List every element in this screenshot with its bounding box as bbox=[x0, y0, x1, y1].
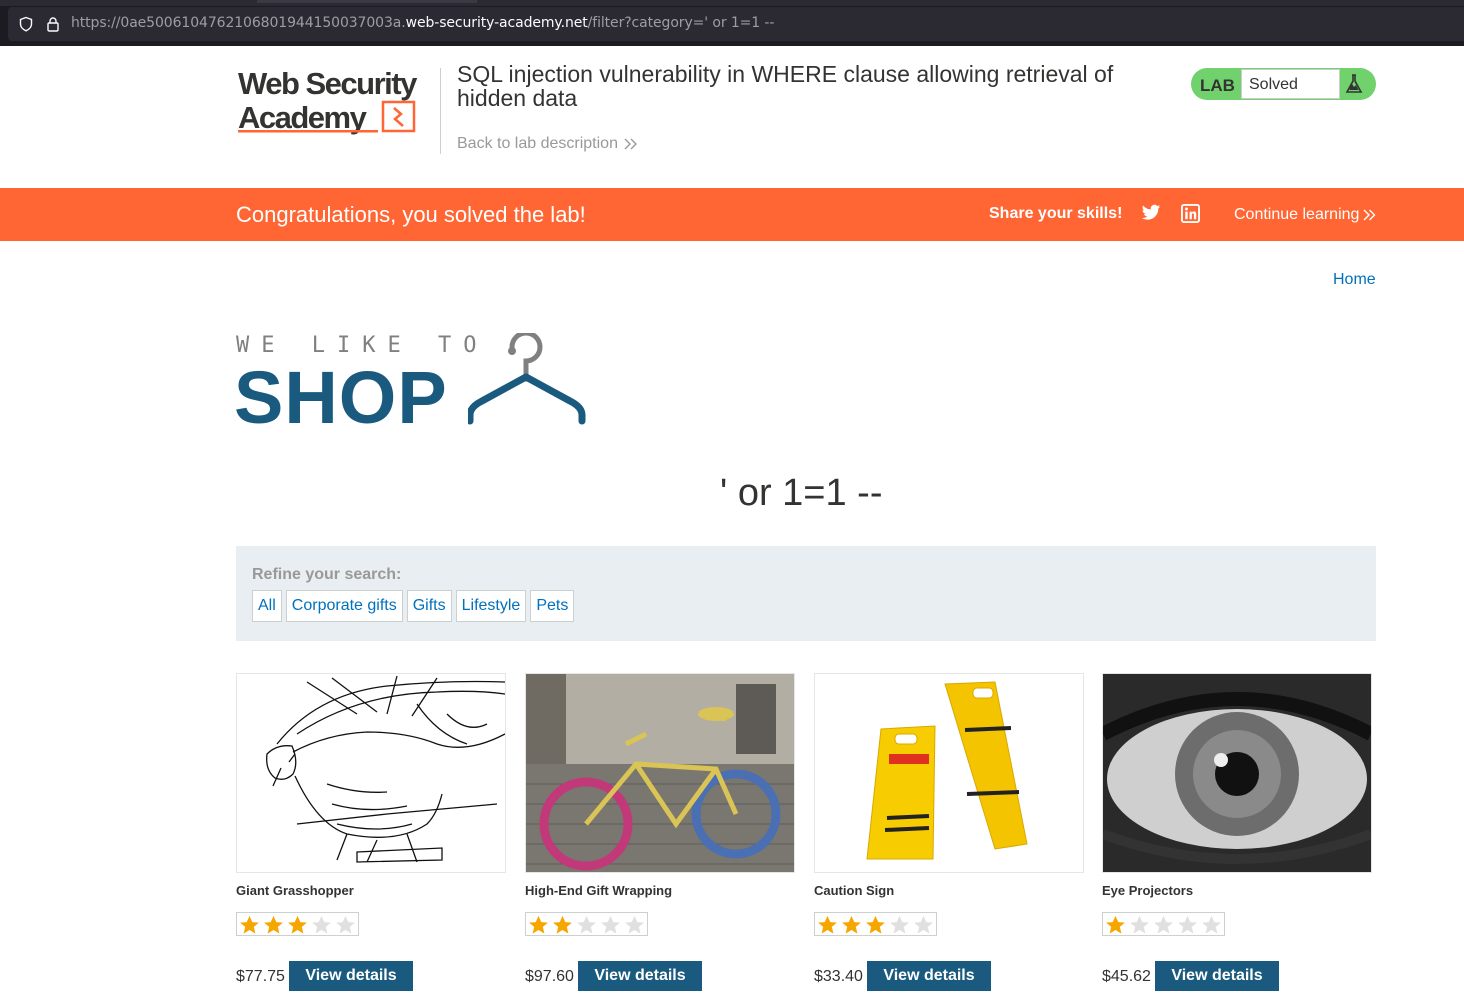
product-name: High-End Gift Wrapping bbox=[525, 883, 673, 898]
home-link[interactable]: Home bbox=[1333, 271, 1376, 289]
flask-icon bbox=[1345, 74, 1363, 93]
shield-icon[interactable] bbox=[18, 16, 34, 32]
academy-header: Web Security Academy SQL injection vulne… bbox=[0, 46, 1464, 188]
star-filled-icon bbox=[288, 915, 307, 934]
filter-corporate-gifts[interactable]: Corporate gifts bbox=[285, 590, 403, 622]
continue-learning-link[interactable]: Continue learning bbox=[1234, 206, 1376, 224]
star-filled-icon bbox=[842, 915, 861, 934]
filter-pets[interactable]: Pets bbox=[530, 590, 575, 622]
category-filters: All Corporate gifts Gifts Lifestyle Pets bbox=[252, 590, 575, 622]
product-price: $45.62 bbox=[1102, 968, 1151, 985]
star-empty-icon bbox=[890, 915, 909, 934]
product-image bbox=[814, 673, 1084, 873]
hanger-icon bbox=[468, 333, 586, 425]
knitted-bicycle-image bbox=[526, 674, 794, 872]
lock-icon[interactable] bbox=[45, 16, 61, 32]
lab-title: SQL injection vulnerability in WHERE cla… bbox=[457, 61, 1114, 111]
active-tab[interactable] bbox=[257, 0, 477, 3]
star-rating bbox=[1102, 912, 1225, 936]
header-divider bbox=[440, 68, 441, 154]
product-price: $77.75 bbox=[236, 968, 285, 985]
star-filled-icon bbox=[818, 915, 837, 934]
star-empty-icon bbox=[1154, 915, 1173, 934]
double-chevron-right-icon bbox=[1363, 209, 1376, 221]
url-domain: web-security-academy.net bbox=[405, 15, 588, 31]
star-empty-icon bbox=[336, 915, 355, 934]
lab-label: LAB bbox=[1200, 76, 1235, 95]
product-name: Caution Sign bbox=[814, 883, 895, 898]
url-host-mid: 37003a. bbox=[348, 15, 406, 31]
star-rating bbox=[236, 912, 359, 936]
product-image bbox=[1102, 673, 1372, 873]
twitter-icon[interactable] bbox=[1141, 204, 1161, 222]
product-price: $97.60 bbox=[525, 968, 574, 985]
grasshopper-sketch-image bbox=[237, 674, 505, 872]
product-image bbox=[525, 673, 795, 873]
product-price: $33.40 bbox=[814, 968, 863, 985]
continue-learning-label: Continue learning bbox=[1234, 206, 1360, 223]
url-text[interactable]: https://0ae5006104762106801944150037003a… bbox=[71, 15, 774, 31]
star-empty-icon bbox=[914, 915, 933, 934]
star-empty-icon bbox=[577, 915, 596, 934]
star-filled-icon bbox=[264, 915, 283, 934]
product-image bbox=[236, 673, 506, 873]
filter-all[interactable]: All bbox=[252, 590, 282, 622]
star-empty-icon bbox=[625, 915, 644, 934]
double-chevron-right-icon bbox=[624, 138, 637, 150]
status-box: Solved bbox=[1241, 69, 1340, 99]
back-to-lab-link[interactable]: Back to lab description bbox=[457, 135, 638, 153]
tab-strip bbox=[0, 0, 1464, 6]
shop-logo-word: SHOP bbox=[234, 356, 448, 439]
view-details-button[interactable]: View details bbox=[578, 961, 702, 991]
star-empty-icon bbox=[1202, 915, 1221, 934]
star-filled-icon bbox=[240, 915, 259, 934]
view-details-button[interactable]: View details bbox=[867, 961, 991, 991]
star-filled-icon bbox=[553, 915, 572, 934]
shop-logo[interactable]: WE LIKE TO SHOP bbox=[234, 333, 588, 439]
browser-toolbar: https://0ae5006104762106801944150037003a… bbox=[0, 0, 1464, 46]
share-skills-label: Share your skills! bbox=[989, 205, 1123, 222]
star-filled-icon bbox=[866, 915, 885, 934]
lab-solved-banner: Congratulations, you solved the lab! Sha… bbox=[0, 188, 1464, 241]
linkedin-icon[interactable] bbox=[1181, 204, 1200, 223]
product-name: Giant Grasshopper bbox=[236, 883, 354, 898]
star-empty-icon bbox=[601, 915, 620, 934]
star-rating bbox=[814, 912, 937, 936]
url-scheme-host-prefix: https://0ae50061047621068019441500 bbox=[71, 15, 349, 31]
star-empty-icon bbox=[312, 915, 331, 934]
product-name: Eye Projectors bbox=[1102, 883, 1194, 898]
filter-panel: Refine your search: All Corporate gifts … bbox=[236, 546, 1376, 641]
star-empty-icon bbox=[1178, 915, 1197, 934]
congratulations-message: Congratulations, you solved the lab! bbox=[236, 202, 586, 227]
filter-gifts[interactable]: Gifts bbox=[406, 590, 452, 622]
status-text: Solved bbox=[1249, 76, 1298, 93]
search-results-heading: ' or 1=1 -- bbox=[720, 472, 883, 514]
back-link-label: Back to lab description bbox=[457, 135, 618, 152]
svg-text:Web Security: Web Security bbox=[238, 66, 418, 101]
view-details-button[interactable]: View details bbox=[289, 961, 413, 991]
filter-lifestyle[interactable]: Lifestyle bbox=[455, 590, 527, 622]
web-security-academy-logo[interactable]: Web Security Academy bbox=[238, 66, 438, 138]
caution-signs-image bbox=[815, 674, 1083, 872]
address-bar[interactable]: https://0ae5006104762106801944150037003a… bbox=[8, 7, 1464, 41]
svg-text:Academy: Academy bbox=[238, 100, 368, 135]
star-filled-icon bbox=[1106, 915, 1125, 934]
star-empty-icon bbox=[1130, 915, 1149, 934]
refine-search-label: Refine your search: bbox=[252, 566, 402, 583]
star-rating bbox=[525, 912, 648, 936]
eye-closeup-image bbox=[1103, 674, 1371, 872]
lab-status-badge: LAB Solved bbox=[1191, 68, 1376, 100]
view-details-button[interactable]: View details bbox=[1155, 961, 1279, 991]
url-path: /filter?category=' or 1=1 -- bbox=[587, 15, 775, 31]
star-filled-icon bbox=[529, 915, 548, 934]
